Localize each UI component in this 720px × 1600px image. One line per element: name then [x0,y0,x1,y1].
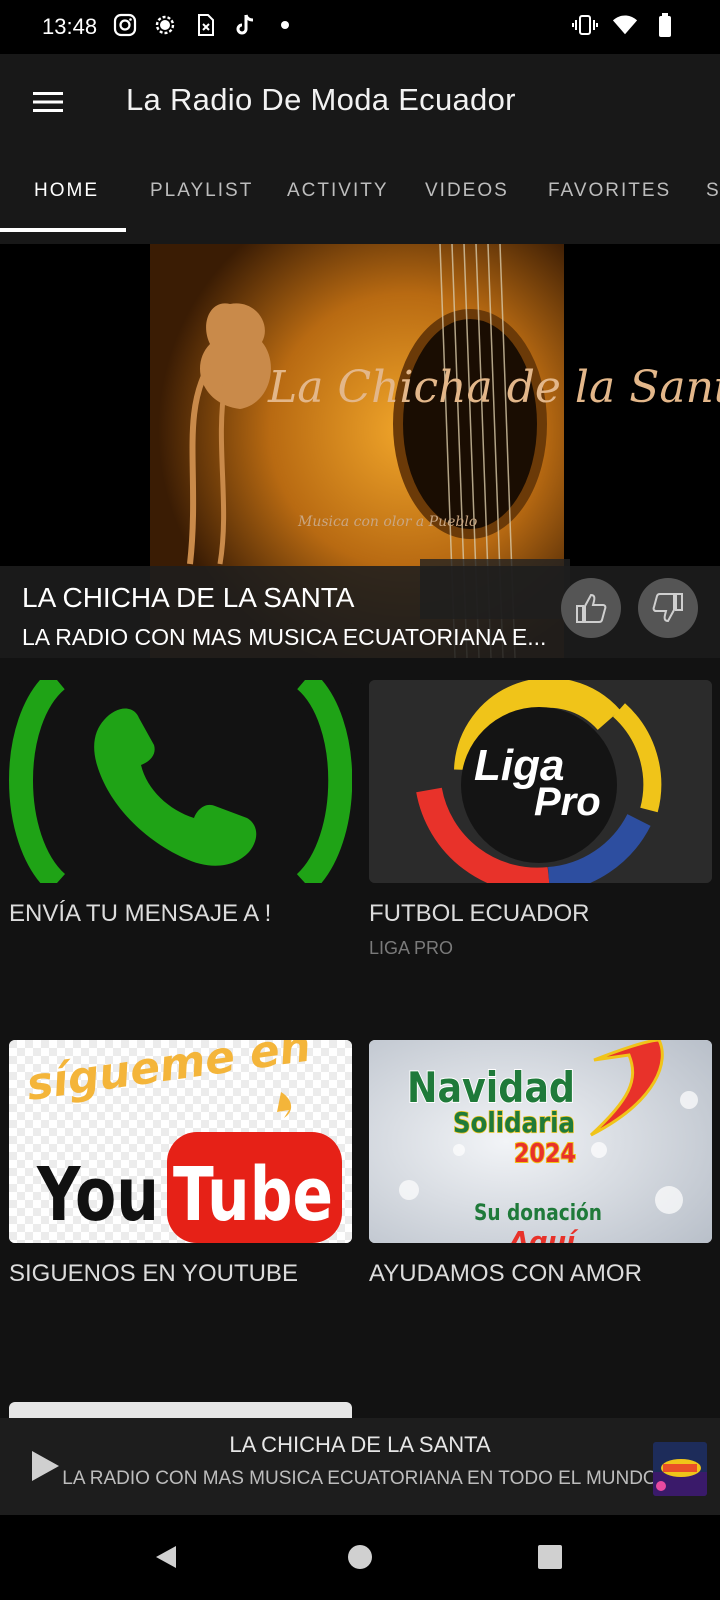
player-title: LA CHICHA DE LA SANTA [229,1432,491,1457]
recents-icon[interactable] [534,1541,566,1573]
tab-videos[interactable]: VIDEOS [425,180,509,202]
tab-indicator [0,228,126,232]
thumbs-up-icon [576,593,607,623]
instagram-icon [112,12,138,38]
navidad-banner-text5: Aquí [507,1227,579,1243]
navidad-banner-text1: Navidad [407,1063,575,1112]
card-futbol-ecuador[interactable]: Liga Pro FUTBOL ECUADOR LIGA PRO [369,680,712,980]
featured-caption: LA CHICHA DE LA SANTA LA RADIO CON MAS M… [0,566,720,658]
tab-activity[interactable]: ACTIVITY [287,180,389,202]
thumbs-up-button[interactable] [561,578,621,638]
tab-playlist[interactable]: PLAYLIST [150,180,253,202]
navidad-banner-text2: Solidaria [453,1106,575,1139]
app-title: La Radio De Moda Ecuador [126,82,516,117]
whatsapp-icon [9,680,352,883]
card-partial-next[interactable] [9,1402,352,1418]
card-title: AYUDAMOS CON AMOR [369,1260,642,1287]
tab-home[interactable]: HOME [34,180,99,202]
card-image-youtube: sígueme en You Tube [9,1040,352,1243]
hamburger-menu-icon[interactable] [30,84,66,120]
navidad-banner-image: Navidad Solidaria 2024 Su donación Aquí [369,1040,712,1243]
card-ayudamos-con-amor[interactable]: Navidad Solidaria 2024 Su donación Aquí … [369,1040,712,1340]
navidad-banner-text4: Su donación [474,1201,602,1226]
featured-subtitle: LA RADIO CON MAS MUSICA ECUATORIANA E... [22,624,547,650]
card-image-ligapro: Liga Pro [369,680,712,883]
app-bar: La Radio De Moda Ecuador [0,54,720,150]
mini-player[interactable]: LA CHICHA DE LA SANTA LA RADIO CON MAS M… [0,1418,720,1515]
settings-icon [152,12,178,38]
tab-favorites[interactable]: FAVORITES [548,180,671,202]
card-title: FUTBOL ECUADOR [369,900,590,927]
card-image-navidad: Navidad Solidaria 2024 Su donación Aquí [369,1040,712,1243]
card-youtube[interactable]: sígueme en You Tube SIGUENOS EN YOUTUBE [9,1040,352,1340]
hero-logo-tagline: Musica con olor a Pueblo [297,514,477,530]
player-subtitle: LA RADIO CON MAS MUSICA ECUATORIANA EN T… [62,1468,658,1489]
card-image-whatsapp [9,680,352,883]
featured-banner[interactable]: La Chicha de la Santa Musica con olor a … [0,244,720,658]
thumbs-down-button[interactable] [638,578,698,638]
vibrate-icon [572,12,598,38]
thumbs-down-icon [652,593,683,623]
player-artwork [653,1442,707,1496]
dot-icon [272,12,298,38]
home-icon[interactable] [344,1541,376,1573]
ligapro-logo-icon: Liga Pro [369,680,712,883]
status-system-icons [572,12,678,38]
tab-more[interactable]: S [706,180,720,202]
status-bar: 13:48 [0,0,720,54]
sim-icon [192,12,218,38]
play-icon[interactable] [26,1448,62,1484]
wifi-icon [612,12,638,38]
navidad-banner-text3: 2024 [514,1139,576,1169]
status-notification-icons [112,12,298,38]
ligapro-logo-line2: Pro [534,780,601,824]
card-whatsapp[interactable]: ENVÍA TU MENSAJE A ! [9,680,352,980]
status-time: 13:48 [42,14,98,39]
card-title: SIGUENOS EN YOUTUBE [9,1260,298,1287]
system-navigation-bar [0,1515,720,1600]
youtube-banner-text3: Tube [173,1152,333,1238]
featured-title: LA CHICHA DE LA SANTA [22,582,355,613]
tiktok-icon [232,12,258,38]
card-title: ENVÍA TU MENSAJE A ! [9,900,272,927]
youtube-banner-image: sígueme en You Tube [9,1040,352,1243]
hero-logo-text: La Chicha de la Santa [267,362,720,413]
back-icon[interactable] [150,1541,182,1573]
battery-icon [652,12,678,38]
card-subtitle: LIGA PRO [369,938,454,958]
youtube-banner-text2: You [36,1152,159,1238]
